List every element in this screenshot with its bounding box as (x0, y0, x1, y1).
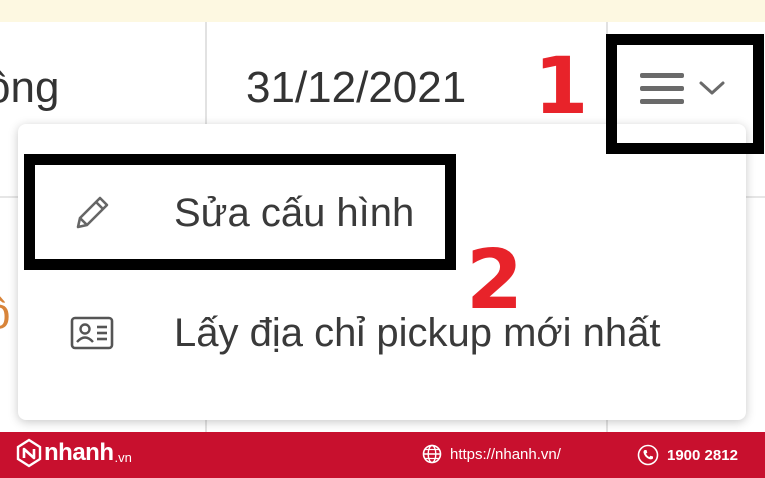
nhanh-logo-icon (16, 438, 42, 468)
id-card-icon (70, 316, 114, 350)
phone-icon (637, 444, 659, 466)
footer-bar: nhanh .vn https://nhanh.vn/ 1900 2812 (0, 432, 765, 478)
brand-logo[interactable]: nhanh .vn (16, 438, 132, 468)
globe-icon (422, 444, 442, 464)
highlight-box-step-2 (24, 154, 456, 270)
brand-name: nhanh (44, 439, 114, 466)
menu-item-get-latest-pickup[interactable]: Lấy địa chỉ pickup mới nhất (18, 288, 746, 378)
phone-number: 1900 2812 (667, 446, 738, 464)
brand-tld: .vn (114, 449, 132, 465)
top-banner-strip (0, 0, 765, 22)
step-number-2: 2 (466, 233, 524, 328)
highlight-box-step-1 (606, 34, 764, 154)
date-cell: 31/12/2021 (246, 63, 467, 112)
menu-item-label: Lấy địa chỉ pickup mới nhất (174, 310, 661, 355)
step-number-1: 1 (534, 42, 589, 132)
website-url: https://nhanh.vn/ (450, 445, 561, 463)
status-cell: ộ (0, 292, 10, 336)
status-cell: ộng (0, 63, 60, 112)
website-link[interactable]: https://nhanh.vn/ (422, 444, 561, 464)
phone-link[interactable]: 1900 2812 (637, 444, 738, 466)
